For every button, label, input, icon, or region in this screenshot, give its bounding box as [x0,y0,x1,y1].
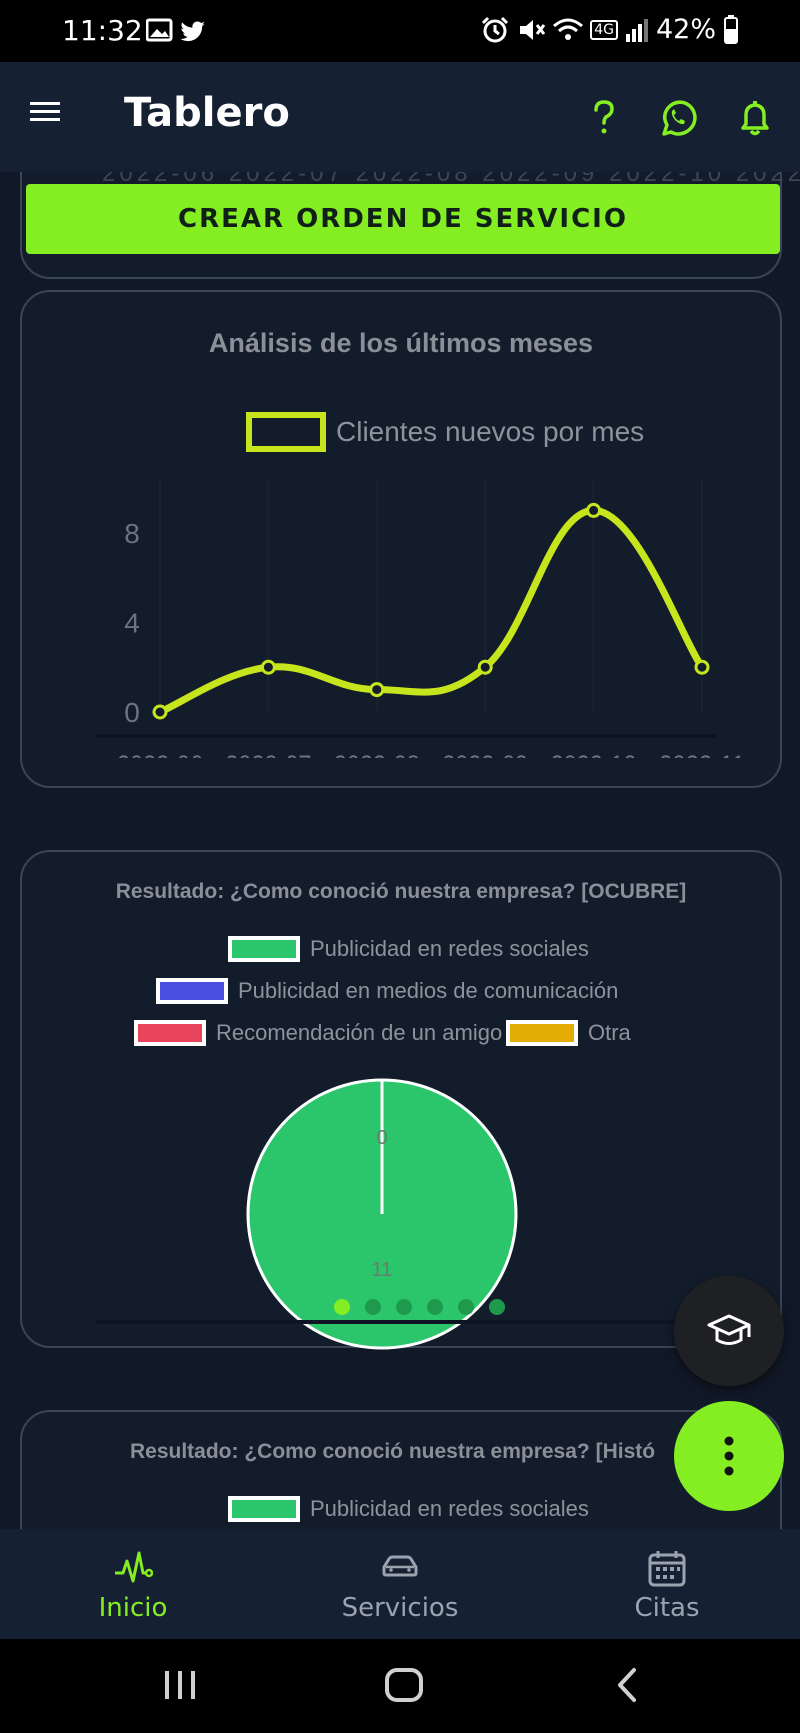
chart-legend[interactable]: Clientes nuevos por mes [246,412,644,452]
data-point [152,704,168,720]
battery-icon [724,14,738,44]
legend-label-redes: Publicidad en redes sociales [310,936,589,961]
pie-chart: 0 11 [246,1078,518,1350]
pulse-icon [115,1551,153,1583]
legend-item-redes[interactable]: Publicidad en redes sociales [228,1496,589,1522]
home-icon[interactable] [384,1667,424,1703]
series-line-clientes [156,506,706,716]
legend-label-clientes: Clientes nuevos por mes [336,416,645,447]
bottom-navigation: Inicio Servicios Citas [0,1529,800,1639]
line-chart-card: Análisis de los últimos meses Clientes n… [20,290,782,788]
chart-baseline-bar [96,734,716,738]
legend-item-medios[interactable]: Publicidad en medios de comunicación [156,978,618,1004]
pager-dot[interactable] [334,1299,350,1315]
bell-icon [741,101,769,136]
pie-value-label-eleven: 11 [372,1259,393,1281]
status-bar: 11:32 4G 42% [0,0,800,62]
pager-dot[interactable] [396,1299,412,1315]
legend-item-otra[interactable]: Otra [506,1020,631,1046]
create-order-button[interactable]: CREAR ORDEN DE SERVICIO [26,184,780,254]
legend-label-redes: Publicidad en redes sociales [310,1496,589,1521]
legend-label-medios: Publicidad en medios de comunicación [238,978,619,1003]
more-actions-fab[interactable] [674,1401,784,1511]
app-bar: Tablero [0,62,800,172]
legend-swatch-redes [228,1496,300,1522]
notifications-button[interactable] [733,96,777,140]
legend-item-redes[interactable]: Publicidad en redes sociales [228,936,589,962]
legend-swatch-clientes [246,412,326,452]
x-tick-label: 2022-07 [225,750,311,758]
nav-label-inicio: Inicio [98,1593,168,1623]
line-chart: 0 4 8 2022-06 2022-07 2022-08 2022-09 2022-10 20… [117,478,742,758]
history-chart-card: Resultado: ¿Como conoció nuestra empresa… [20,1410,782,1529]
nav-label-citas: Citas [634,1593,700,1623]
help-button[interactable] [582,96,626,140]
status-system-icons: 4G 42% [480,14,740,45]
pager-dot[interactable] [458,1299,474,1315]
menu-button[interactable] [30,100,62,129]
alarm-icon [482,16,509,42]
chart-title: Análisis de los últimos meses [208,328,594,358]
chart-title: Resultado: ¿Como conoció nuestra empresa… [115,880,687,903]
pager-dot[interactable] [365,1299,381,1315]
menu-icon [30,102,60,121]
graduation-cap-icon [707,1314,751,1345]
legend-label-otra: Otra [588,1020,631,1045]
pie-value-label-zero: 0 [376,1127,387,1149]
mute-icon [520,19,546,40]
gallery-icon [145,18,173,42]
data-point [260,659,276,675]
calendar-icon [648,1551,686,1587]
y-tick-label: 0 [124,697,140,728]
x-tick-label: 2022-10 [551,750,637,758]
tutorial-fab[interactable] [674,1276,784,1386]
legend-swatch-otra [506,1020,578,1046]
recent-apps-icon[interactable] [162,1669,198,1701]
page-title: Tablero [124,90,290,136]
data-point [369,682,385,698]
data-point [477,659,493,675]
y-tick-label: 8 [124,518,140,549]
car-icon [382,1555,418,1577]
legend-swatch-medios [156,978,228,1004]
pie-chart-card: Resultado: ¿Como conoció nuestra empresa… [20,850,782,1350]
x-tick-label: 2022-08 [334,750,420,758]
x-tick-label: 2022-09 [442,750,528,758]
data-point [694,659,710,675]
x-tick-label: 2022-11 [659,750,742,758]
data-point [586,502,602,518]
system-navigation [0,1639,800,1733]
network-type: 4G [590,19,618,40]
legend-label-amigo: Recomendación de un amigo [216,1020,503,1045]
back-icon[interactable] [614,1667,640,1703]
whatsapp-icon [662,100,697,136]
nav-item-inicio[interactable]: Inicio [0,1529,266,1639]
nav-item-citas[interactable]: Citas [534,1529,800,1639]
whatsapp-button[interactable] [656,96,700,140]
status-notification-icons [145,18,216,49]
battery-level: 42% [655,14,716,45]
more-vertical-icon [724,1436,734,1476]
chart-baseline-bar [96,1320,716,1324]
nav-item-servicios[interactable]: Servicios [267,1529,533,1639]
help-icon [594,100,614,134]
pager-dot[interactable] [427,1299,443,1315]
status-time: 11:32 [62,14,143,47]
legend-swatch-amigo [134,1020,206,1046]
legend-item-amigo[interactable]: Recomendación de un amigo [134,1020,502,1046]
twitter-icon [180,21,205,42]
order-card: 2022-06 2022-07 2022-08 2022-09 2022-10 … [20,172,800,279]
chart-title: Resultado: ¿Como conoció nuestra empresa… [130,1440,656,1463]
pager-dot[interactable] [489,1299,505,1315]
wifi-icon [553,18,584,40]
y-tick-label: 4 [124,607,140,638]
nav-label-servicios: Servicios [341,1593,459,1623]
legend-swatch-redes [228,936,300,962]
signal-icon [625,18,648,42]
x-tick-label: 2022-06 [117,750,203,758]
